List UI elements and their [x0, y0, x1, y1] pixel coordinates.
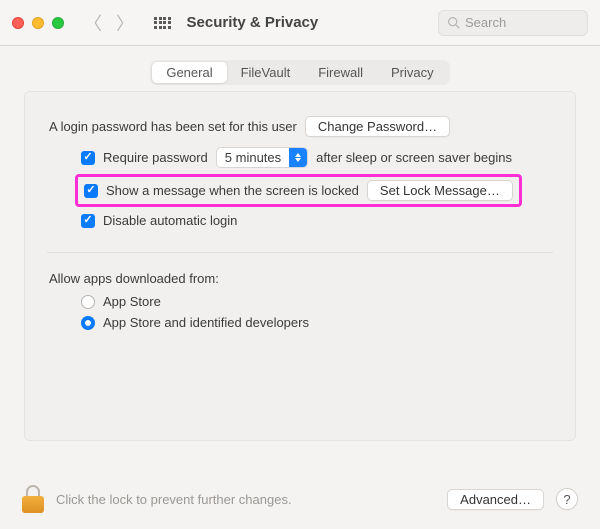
search-field[interactable]: Search: [438, 10, 588, 36]
tab-firewall[interactable]: Firewall: [304, 62, 377, 83]
change-password-button[interactable]: Change Password…: [305, 116, 450, 137]
show-lock-message-checkbox[interactable]: [84, 184, 98, 198]
zoom-window-button[interactable]: [52, 17, 64, 29]
tab-privacy[interactable]: Privacy: [377, 62, 448, 83]
section-divider: [47, 252, 553, 253]
show-lock-message-label: Show a message when the screen is locked: [106, 183, 359, 198]
general-panel: A login password has been set for this u…: [24, 91, 576, 441]
allow-appstore-label: App Store: [103, 294, 161, 309]
tab-general[interactable]: General: [152, 62, 226, 83]
allow-appstore-radio[interactable]: [81, 295, 95, 309]
set-lock-message-button[interactable]: Set Lock Message…: [367, 180, 513, 201]
allow-apps-label: Allow apps downloaded from:: [49, 271, 551, 286]
search-icon: [447, 16, 460, 29]
lock-help-text: Click the lock to prevent further change…: [56, 492, 435, 507]
close-window-button[interactable]: [12, 17, 24, 29]
require-password-label: Require password: [103, 150, 208, 165]
allow-appstore-dev-label: App Store and identified developers: [103, 315, 309, 330]
require-password-checkbox[interactable]: [81, 151, 95, 165]
help-button[interactable]: ?: [556, 488, 578, 510]
tab-bar: General FileVault Firewall Privacy: [24, 60, 576, 85]
delay-value: 5 minutes: [217, 150, 289, 165]
window-controls: [12, 17, 64, 29]
stepper-icon: [289, 148, 307, 167]
highlighted-lock-message-row: Show a message when the screen is locked…: [75, 174, 522, 207]
nav-arrows: 〈 〉: [80, 10, 138, 36]
lock-icon[interactable]: [22, 485, 44, 513]
require-password-delay-select[interactable]: 5 minutes: [216, 147, 308, 168]
disable-auto-login-checkbox[interactable]: [81, 214, 95, 228]
advanced-button[interactable]: Advanced…: [447, 489, 544, 510]
tab-filevault[interactable]: FileVault: [227, 62, 305, 83]
show-all-prefs-button[interactable]: [148, 17, 177, 29]
disable-auto-login-label: Disable automatic login: [103, 213, 237, 228]
password-set-text: A login password has been set for this u…: [49, 119, 297, 134]
forward-button[interactable]: 〉: [116, 10, 134, 36]
window-title: Security & Privacy: [187, 14, 319, 31]
minimize-window-button[interactable]: [32, 17, 44, 29]
back-button[interactable]: 〈: [84, 10, 102, 36]
after-sleep-text: after sleep or screen saver begins: [316, 150, 512, 165]
allow-appstore-dev-radio[interactable]: [81, 316, 95, 330]
footer: Click the lock to prevent further change…: [0, 475, 600, 529]
search-placeholder: Search: [465, 15, 506, 30]
titlebar: 〈 〉 Security & Privacy Search: [0, 0, 600, 46]
